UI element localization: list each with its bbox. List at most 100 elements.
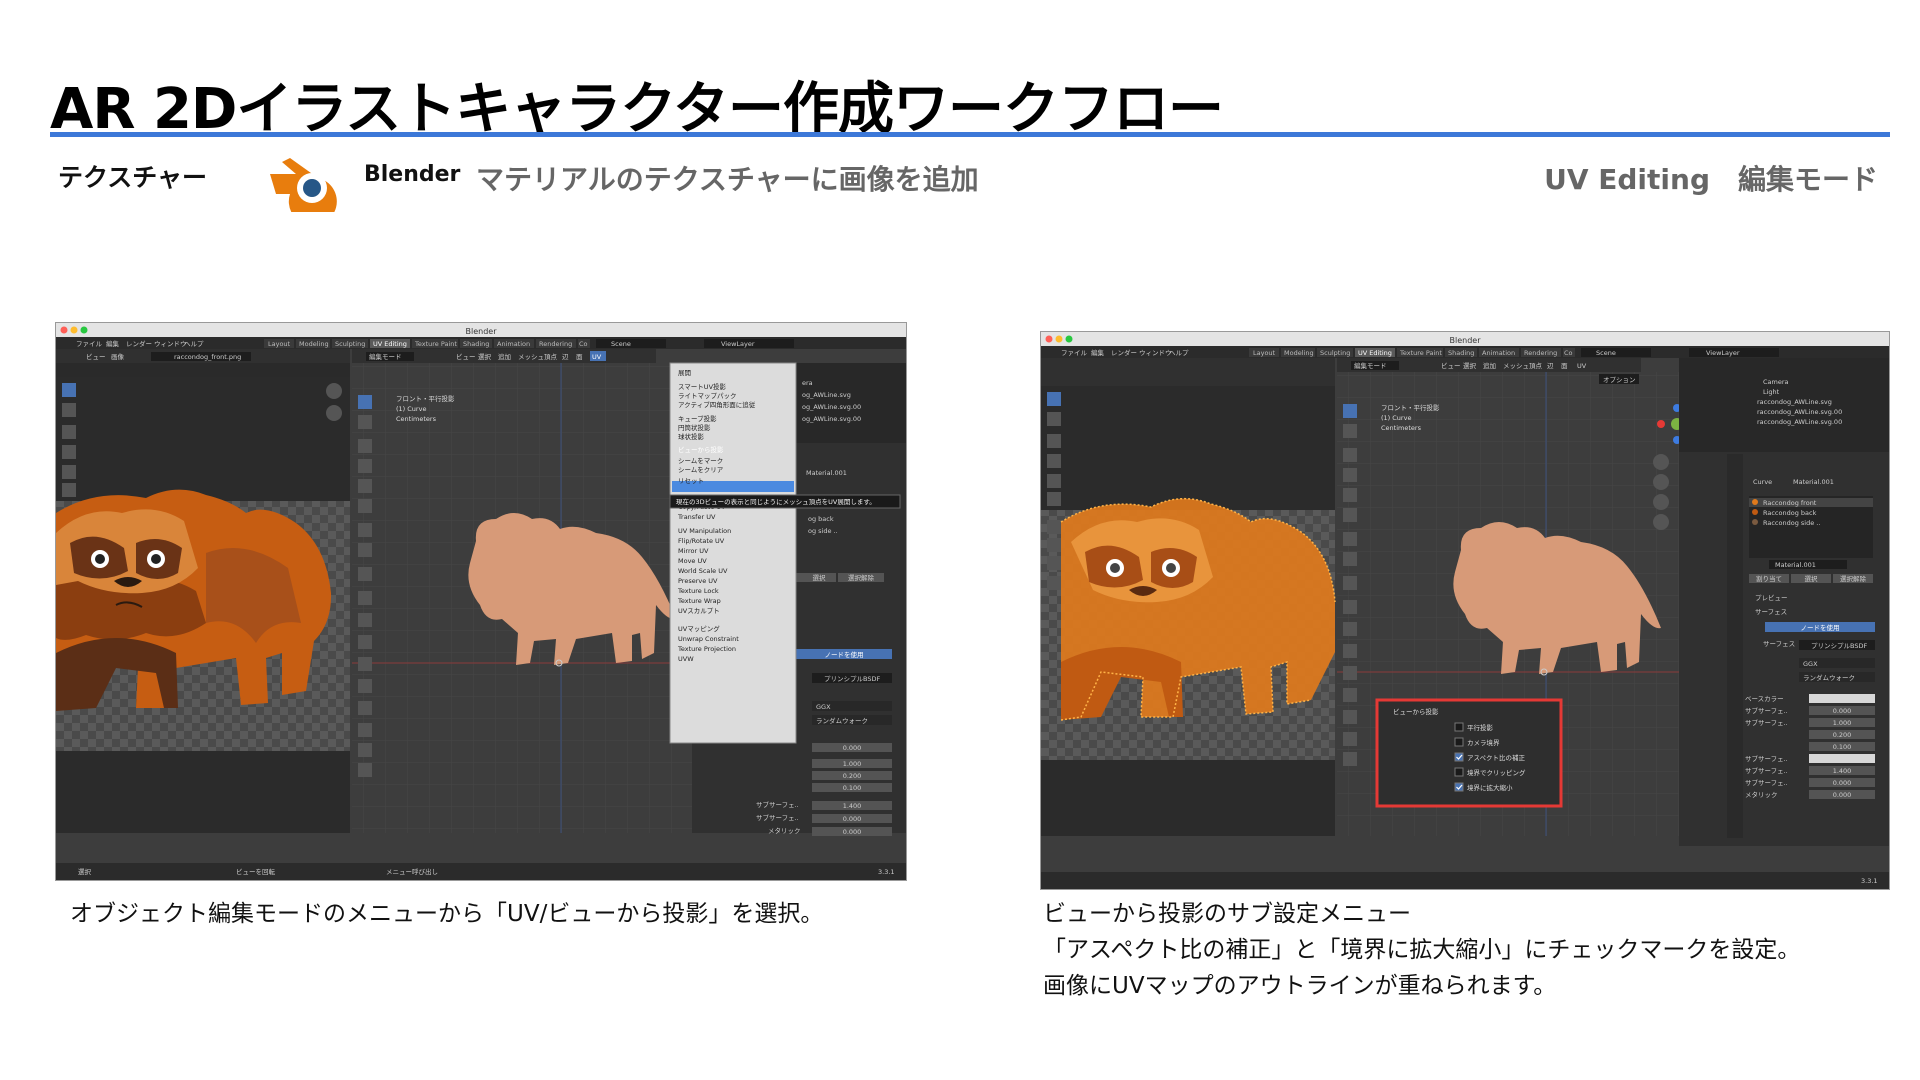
menu-help[interactable]: ヘルプ <box>184 340 204 348</box>
subsurface-method-select[interactable]: ランダムウォーク <box>816 716 868 725</box>
tab-uv-editing-2[interactable]: UV Editing <box>1358 349 1392 357</box>
tab-rendering[interactable]: Rendering <box>539 340 572 348</box>
prop-value-c[interactable]: 0.200 <box>843 772 862 780</box>
tab-uv-editing[interactable]: UV Editing <box>373 340 407 348</box>
viewlayer-name[interactable]: ViewLayer <box>721 340 755 348</box>
vp-menu-edge[interactable]: 辺 <box>562 353 569 361</box>
checkbox[interactable] <box>1454 737 1464 747</box>
tab-rendering-2[interactable]: Rendering <box>1524 349 1557 357</box>
image-name[interactable]: raccondog_front.png <box>174 353 241 361</box>
vp-menu-face[interactable]: 面 <box>576 353 583 361</box>
scene-name-2[interactable]: Scene <box>1596 349 1616 357</box>
prop-field[interactable] <box>1809 694 1875 703</box>
menu-file[interactable]: ファイル <box>76 340 103 348</box>
uv-menu-item[interactable]: Unwrap Constraint <box>678 635 739 643</box>
edit-mode-select-2[interactable]: 編集モード <box>1354 361 1387 370</box>
tab-layout-2[interactable]: Layout <box>1253 349 1276 357</box>
assign-button[interactable]: 割り当て <box>1756 574 1782 583</box>
uv-menu-item[interactable]: Preserve UV <box>678 577 718 585</box>
subsurface-method-select-2[interactable]: ランダムウォーク <box>1803 673 1855 682</box>
uv-menu-item[interactable]: Mirror UV <box>678 547 709 555</box>
prop-value[interactable]: 1.000 <box>1833 719 1852 727</box>
prop-value[interactable]: 0.100 <box>1833 743 1852 751</box>
surface-panel-header[interactable]: サーフェス <box>1755 608 1787 616</box>
vp-menu-mesh[interactable]: メッシュ <box>518 353 544 361</box>
tab-sculpting[interactable]: Sculpting <box>335 340 365 348</box>
uv-menu-item[interactable]: UVW <box>678 655 694 663</box>
use-nodes-button-2[interactable]: ノードを使用 <box>1801 623 1840 632</box>
tab-compositing[interactable]: Co <box>579 340 588 348</box>
menu-render-2[interactable]: レンダー <box>1111 348 1137 357</box>
select-button[interactable]: 選択 <box>813 573 827 582</box>
uv-menu-item[interactable]: World Scale UV <box>678 567 728 575</box>
viewlayer-name-2[interactable]: ViewLayer <box>1706 349 1740 357</box>
vp-menu-vertex[interactable]: 頂点 <box>544 353 558 361</box>
deselect-button-2[interactable]: 選択解除 <box>1840 574 1867 583</box>
vp2-menu-add[interactable]: 追加 <box>1483 361 1496 370</box>
menu-window-2[interactable]: ウィンドウ <box>1139 349 1172 357</box>
preview-panel-header[interactable]: プレビュー <box>1755 593 1788 602</box>
material-name-field[interactable]: Material.001 <box>1775 561 1816 569</box>
uv-menu-item[interactable]: シームをマーク <box>678 457 723 465</box>
prop-value[interactable]: 0.200 <box>1833 731 1852 739</box>
menu-render[interactable]: レンダー <box>126 339 152 348</box>
tab-modeling[interactable]: Modeling <box>299 340 329 348</box>
prop-value-1[interactable]: 1.400 <box>843 802 862 810</box>
vp-menu-view[interactable]: ビュー <box>456 352 476 361</box>
prop-value[interactable]: 0.000 <box>1833 707 1852 715</box>
deselect-button[interactable]: 選択解除 <box>848 573 875 582</box>
uv-menu-item[interactable]: UVスカルプト <box>678 607 720 615</box>
edit-mode-select[interactable]: 編集モード <box>369 352 402 361</box>
uv-menu-item[interactable]: Texture Projection <box>677 645 736 653</box>
prop-value-d[interactable]: 0.100 <box>843 784 862 792</box>
vp2-menu-uv[interactable]: UV <box>1577 362 1587 370</box>
checkbox[interactable] <box>1454 752 1464 762</box>
checkbox[interactable] <box>1454 767 1464 777</box>
vp-menu-uv[interactable]: UV <box>592 353 602 361</box>
surface-shader[interactable]: プリンシプルBSDF <box>824 675 880 683</box>
uv-menu-item[interactable]: UVマッピング <box>678 624 720 633</box>
uv-menu-item[interactable]: リセット <box>678 477 704 485</box>
prop-value-a[interactable]: 0.000 <box>843 744 862 752</box>
menu-edit[interactable]: 編集 <box>106 339 120 348</box>
prop-field[interactable] <box>1809 754 1875 763</box>
uv-menu-item[interactable]: 球状投影 <box>678 432 705 441</box>
uv-menu-item[interactable]: アクティブ四角形面に追従 <box>678 400 756 409</box>
tab-animation-2[interactable]: Animation <box>1482 349 1515 357</box>
uv-menu-item[interactable]: Move UV <box>678 557 707 565</box>
menu-file-2[interactable]: ファイル <box>1061 349 1088 357</box>
uv-menu-item[interactable]: ライトマップパック <box>678 392 737 400</box>
uv-dropdown-menu[interactable]: 展開スマートUV投影ライトマップパックアクティブ四角形面に追従キューブ投影円筒状… <box>669 362 797 744</box>
tab-shading[interactable]: Shading <box>463 340 489 348</box>
vp2-menu-select[interactable]: 選択 <box>1463 361 1477 370</box>
uv-menu-item[interactable]: Flip/Rotate UV <box>678 537 725 545</box>
uv-menu-item[interactable]: UV Manipulation <box>678 527 731 535</box>
uv-menu-item[interactable]: スマートUV投影 <box>678 382 727 391</box>
prop-value[interactable]: 0.000 <box>1833 779 1852 787</box>
tab-compositing-2[interactable]: Co <box>1564 349 1573 357</box>
checkbox[interactable] <box>1454 722 1464 732</box>
tab-modeling-2[interactable]: Modeling <box>1284 349 1314 357</box>
distribution-select[interactable]: GGX <box>816 703 831 711</box>
vp2-menu-face[interactable]: 面 <box>1561 362 1568 370</box>
vp2-menu-vertex[interactable]: 頂点 <box>1529 362 1543 370</box>
prop-value-3[interactable]: 0.000 <box>843 828 862 836</box>
tab-shading-2[interactable]: Shading <box>1448 349 1474 357</box>
uv-menu-item[interactable]: Transfer UV <box>677 513 716 521</box>
tab-sculpting-2[interactable]: Sculpting <box>1320 349 1350 357</box>
uv-menu-item[interactable]: キューブ投影 <box>678 414 717 423</box>
prop-value-b[interactable]: 1.000 <box>843 760 862 768</box>
options-button[interactable]: オプション <box>1603 376 1636 384</box>
uv-menu-view[interactable]: ビュー <box>86 352 106 361</box>
vp2-menu-edge[interactable]: 辺 <box>1547 362 1554 370</box>
uv-menu-item[interactable]: 展開 <box>678 369 691 377</box>
uv-menu-item[interactable]: 円筒状投影 <box>678 423 711 432</box>
use-nodes-button[interactable]: ノードを使用 <box>825 650 864 659</box>
project-from-view-panel[interactable]: ビューから投影 平行投影カメラ境界アスペクト比の補正境界でクリッピング境界に拡大… <box>1375 698 1563 808</box>
uv-menu-item[interactable]: Texture Wrap <box>677 597 721 605</box>
prop-value[interactable]: 1.400 <box>1833 767 1852 775</box>
tab-animation[interactable]: Animation <box>497 340 530 348</box>
scene-name[interactable]: Scene <box>611 340 631 348</box>
prop-value-2[interactable]: 0.000 <box>843 815 862 823</box>
surface-shader-2[interactable]: プリンシプルBSDF <box>1811 642 1867 650</box>
